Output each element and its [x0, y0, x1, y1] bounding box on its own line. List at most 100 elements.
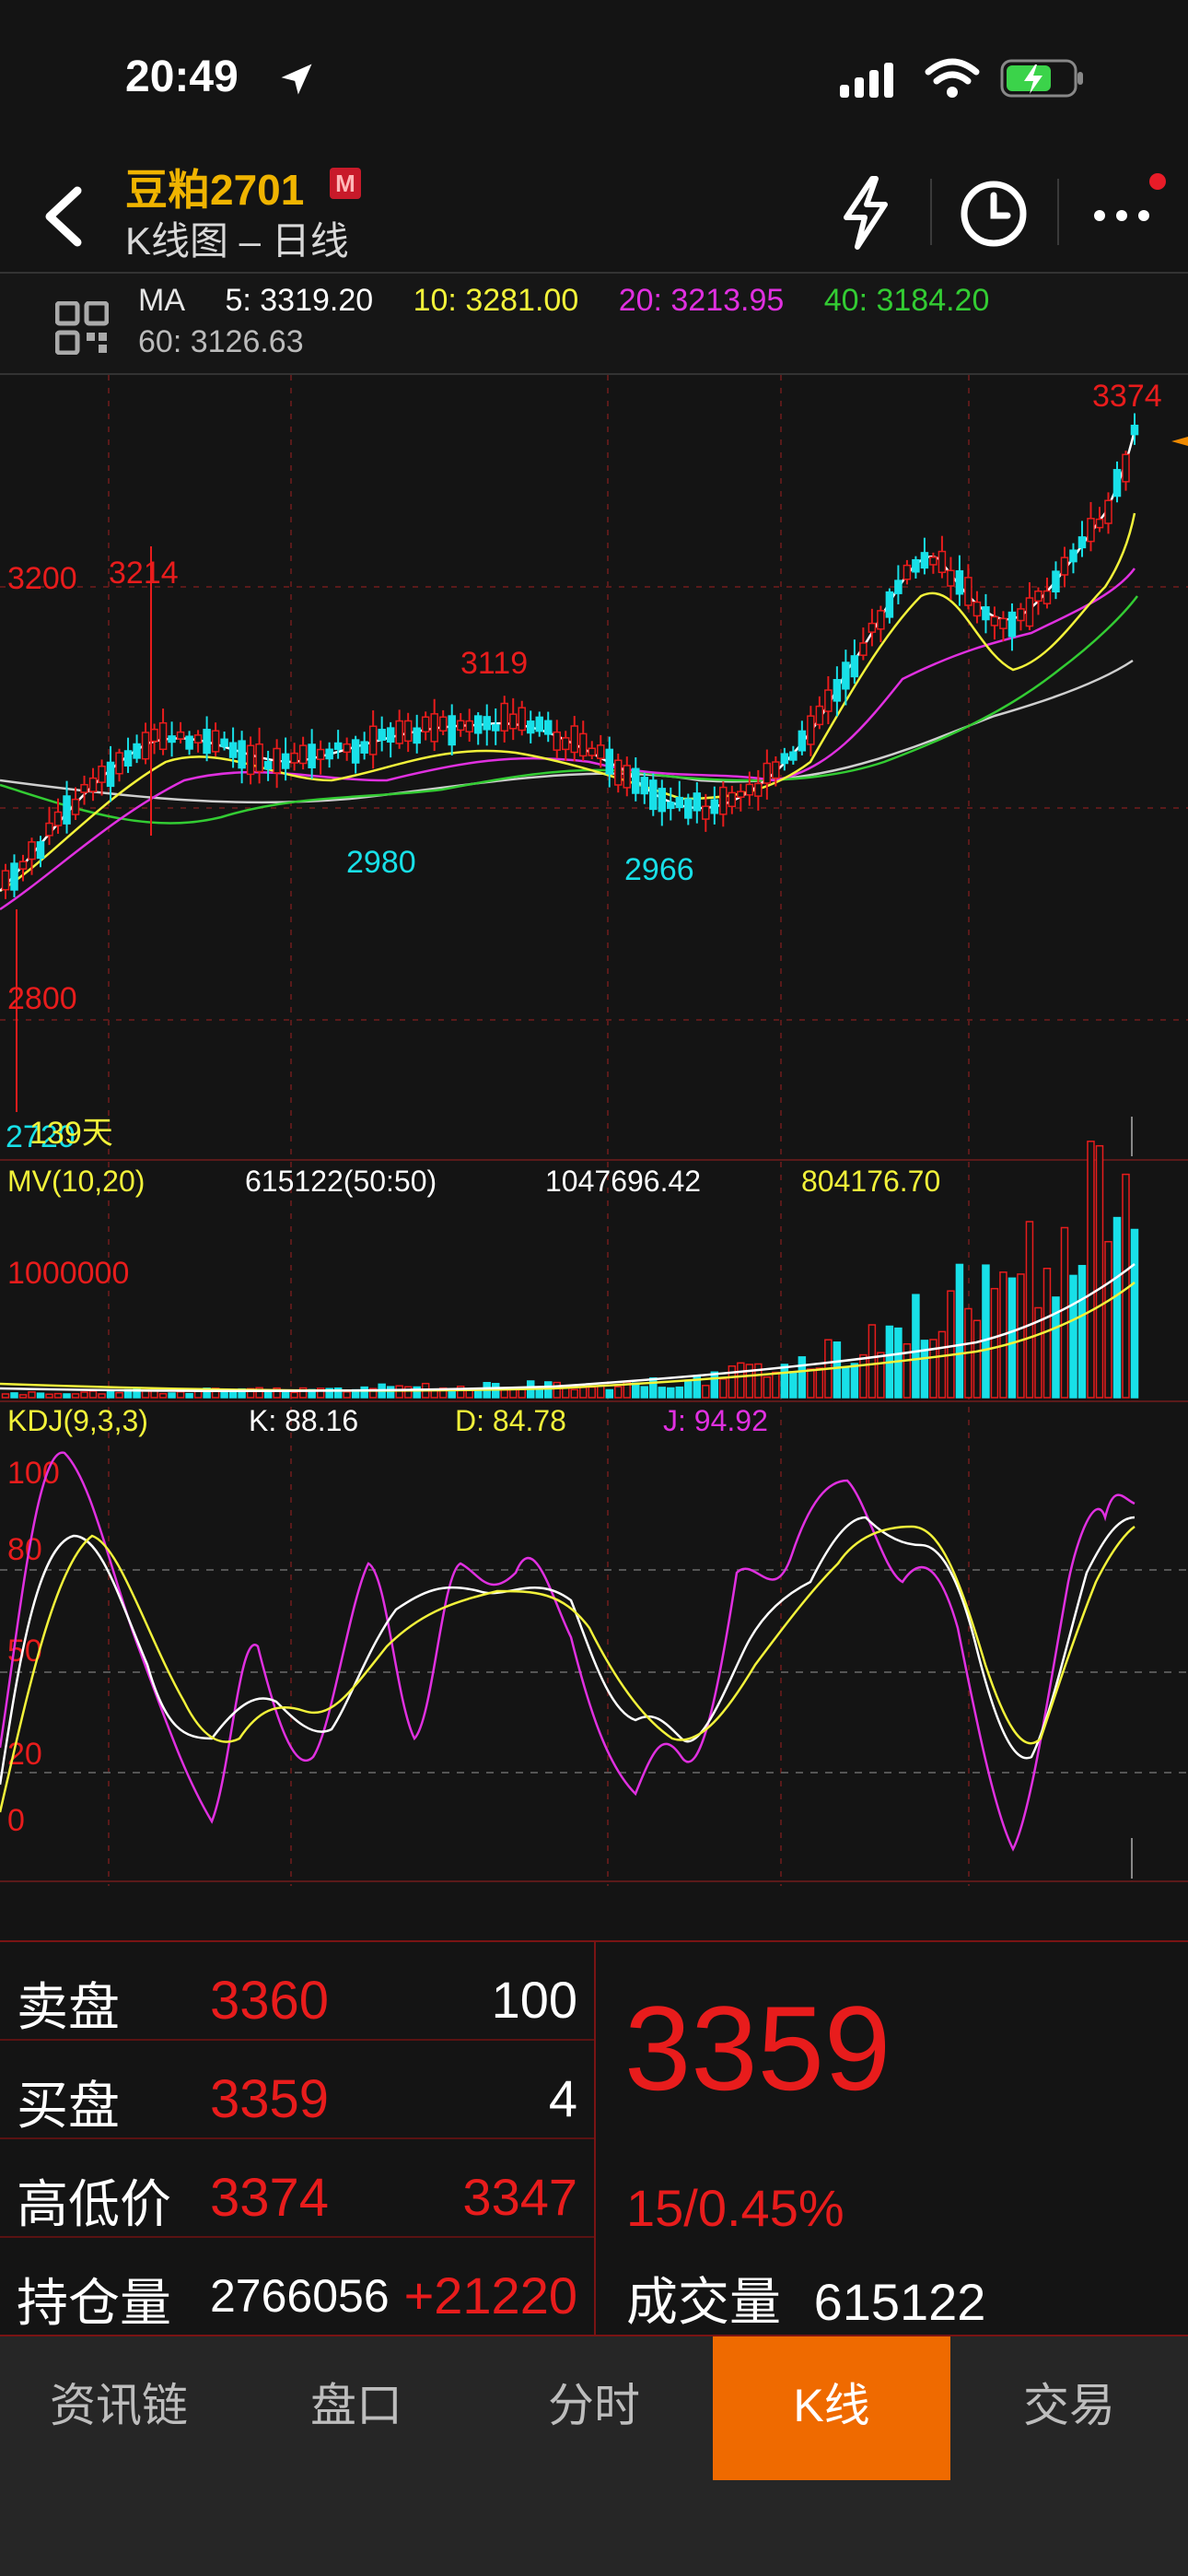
candle-body — [702, 805, 710, 820]
candlesticks — [1, 413, 1139, 899]
candle-body — [1034, 590, 1042, 603]
ma60-value: 60: 3126.63 — [138, 324, 304, 359]
candle-body — [150, 728, 158, 743]
clock-icon[interactable] — [952, 166, 1035, 258]
candle-body — [885, 591, 894, 618]
volume-bar — [955, 1263, 964, 1399]
volume-bar — [649, 1376, 658, 1399]
candle-body — [990, 615, 999, 626]
sell-row[interactable]: 卖盘 3360 100 — [0, 1942, 594, 2041]
candle-body — [1017, 608, 1025, 622]
candle-body — [238, 740, 246, 769]
volume-bar — [710, 1371, 719, 1399]
days-label: 139天 — [29, 1116, 113, 1151]
volume-title: MV(10,20) — [7, 1165, 145, 1198]
kdj-axis-0: 0 — [7, 1803, 25, 1838]
open-interest-label: 持仓量 — [17, 2274, 171, 2332]
back-arrow-icon[interactable] — [37, 180, 92, 253]
candle-body — [211, 730, 220, 753]
candle-body — [877, 610, 885, 630]
volume-bar — [632, 1382, 640, 1399]
volume-bar — [702, 1385, 710, 1399]
volume-bar — [973, 1319, 982, 1399]
candle-body — [115, 752, 123, 775]
volume-bar — [859, 1353, 868, 1399]
tab-intraday[interactable]: 分时 — [475, 2336, 713, 2484]
tab-trade[interactable]: 交易 — [950, 2336, 1188, 2484]
volume-bar — [763, 1376, 772, 1399]
annotation-3119: 3119 — [460, 646, 528, 681]
volume-bar — [115, 1391, 123, 1399]
volume-bar — [185, 1392, 193, 1399]
candle-body — [894, 580, 903, 594]
volume-bar — [912, 1294, 920, 1399]
candle-body — [36, 841, 45, 860]
volume-bar — [80, 1391, 88, 1399]
candle-body — [929, 556, 938, 566]
tab-kline[interactable]: K线 — [713, 2336, 950, 2480]
volume-bar — [798, 1356, 807, 1399]
candle-body — [18, 861, 28, 870]
candle-body — [518, 707, 526, 732]
wifi-icon — [925, 58, 980, 98]
candle-body — [10, 862, 18, 891]
candle-body — [403, 720, 413, 743]
candle-body — [246, 744, 255, 776]
candle-body — [728, 791, 737, 808]
volume-bar — [500, 1388, 508, 1399]
candle-body — [28, 841, 36, 861]
ma-indicator-bar[interactable]: MA 5: 3319.20 10: 3281.00 20: 3213.95 40… — [0, 272, 1188, 375]
candle-body — [413, 727, 421, 744]
volume-bar — [386, 1386, 395, 1399]
volume-value: 615122(50:50) — [245, 1165, 437, 1198]
volume-bar — [667, 1387, 675, 1399]
tab-news-chain[interactable]: 资讯链 — [0, 2336, 238, 2484]
volume-bar — [833, 1341, 842, 1399]
volume-label: 成交量 — [626, 2273, 781, 2331]
cellular-signal-icon — [840, 63, 893, 98]
candle-body — [649, 779, 658, 811]
candle-body — [45, 822, 53, 837]
candle-body — [605, 748, 614, 775]
open-interest-change: +21220 — [403, 2266, 577, 2324]
candle-body — [158, 721, 168, 751]
tab-order-book[interactable]: 盘口 — [238, 2336, 475, 2484]
battery-icon — [1000, 59, 1083, 98]
ma-label: MA — [138, 283, 185, 318]
volume-bar — [290, 1391, 298, 1399]
candle-body — [430, 713, 438, 743]
volume-bar — [36, 1392, 45, 1399]
volume-bar — [579, 1387, 588, 1399]
candle-body — [1087, 518, 1095, 543]
price-hgrid — [0, 586, 1188, 1021]
grid-icon[interactable] — [55, 301, 109, 355]
ma10-value: 10: 3281.00 — [413, 283, 579, 318]
candle-body — [947, 569, 955, 587]
buy-row[interactable]: 买盘 3359 4 — [0, 2041, 594, 2139]
candle-body — [273, 747, 281, 774]
volume-bar — [1077, 1264, 1087, 1399]
lightning-icon[interactable] — [824, 166, 907, 258]
candle-body — [63, 795, 71, 825]
annotation-2966: 2966 — [624, 852, 694, 887]
header-divider — [930, 179, 932, 245]
kline-chart[interactable]: 3200 2800 2720 3374 3214 3119 2980 2966 … — [0, 375, 1188, 1889]
high-low-row: 高低价 3374 3347 — [0, 2139, 594, 2238]
volume-bar — [193, 1390, 203, 1399]
candle-body — [456, 720, 465, 732]
candle-body — [308, 744, 316, 768]
candle-body — [1060, 556, 1069, 576]
last-price: 3359 — [624, 1981, 891, 2115]
volume-bar — [658, 1387, 667, 1399]
quote-panel: 卖盘 3360 100 买盘 3359 4 高低价 3374 3347 持仓量 … — [0, 1940, 1188, 2338]
buy-label: 买盘 — [17, 2077, 120, 2135]
candle-body — [141, 732, 150, 760]
volume-bar — [168, 1392, 176, 1399]
candle-body — [579, 732, 588, 757]
candle-body — [491, 724, 500, 732]
candle-body — [1042, 590, 1052, 604]
volume-bar — [1112, 1216, 1122, 1399]
volume-bar — [850, 1363, 859, 1399]
candle-body — [220, 738, 228, 747]
sell-qty: 100 — [491, 1971, 577, 2029]
